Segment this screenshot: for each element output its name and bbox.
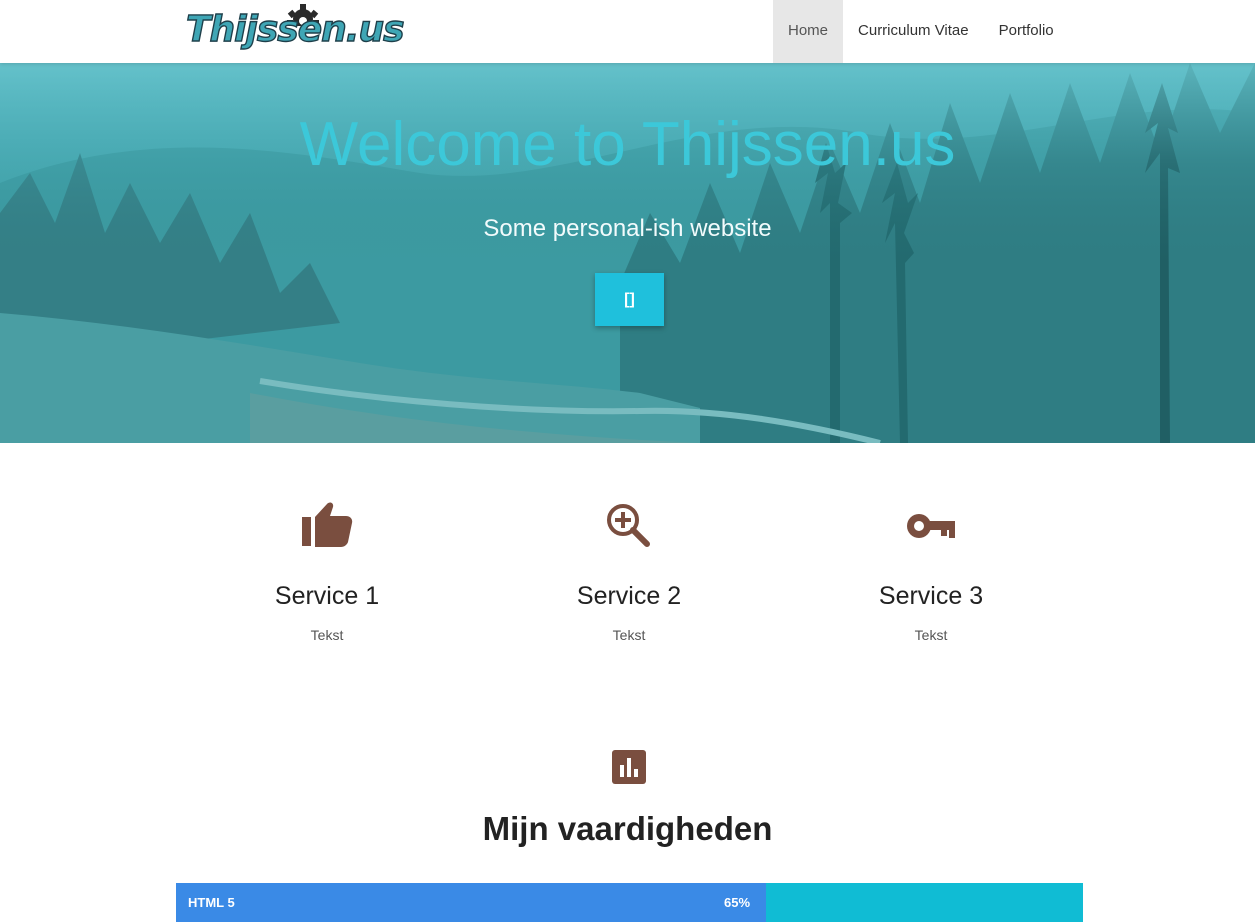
nav-item-home[interactable]: Home [773,0,844,63]
service-title: Service 2 [576,582,682,610]
service-text: Tekst [612,627,646,643]
service-title: Service 3 [878,582,984,610]
zoom-in-icon [607,504,650,547]
hero-subtitle: Some personal-ish website [483,215,772,242]
service-text: Tekst [310,627,344,643]
skill-label: HTML 5 [188,895,235,910]
service-card-3: Service 3 Tekst [780,500,1082,643]
service-card-1: Service 1 Tekst [176,500,478,643]
skills-title: Mijn vaardigheden [482,810,773,847]
bar-chart-icon [612,750,646,784]
service-text: Tekst [914,627,948,643]
service-card-2: Service 2 Tekst [478,500,780,643]
nav-item-portfolio[interactable]: Portfolio [984,0,1069,63]
site-logo[interactable]: Thijssen.us [185,2,405,60]
hero-title: Welcome to Thijssen.us [299,110,956,179]
logo-text: Thijssen.us [185,8,405,50]
thumbs-up-icon [302,502,353,547]
key-icon [907,514,955,538]
hero-button[interactable]: [] [595,273,664,326]
navbar: Thijssen.us Home Curriculum Vitae Portfo… [0,0,1255,63]
hero-banner: Welcome to Thijssen.us Some personal-ish… [0,63,1255,443]
progress-fill [176,883,766,922]
service-title: Service 1 [274,582,380,610]
skill-percent: 65% [724,895,751,910]
main-nav: Home Curriculum Vitae Portfolio [773,0,1069,63]
skill-progress-bar: HTML 5 65% [176,883,1083,922]
nav-item-curriculum-vitae[interactable]: Curriculum Vitae [843,0,984,63]
